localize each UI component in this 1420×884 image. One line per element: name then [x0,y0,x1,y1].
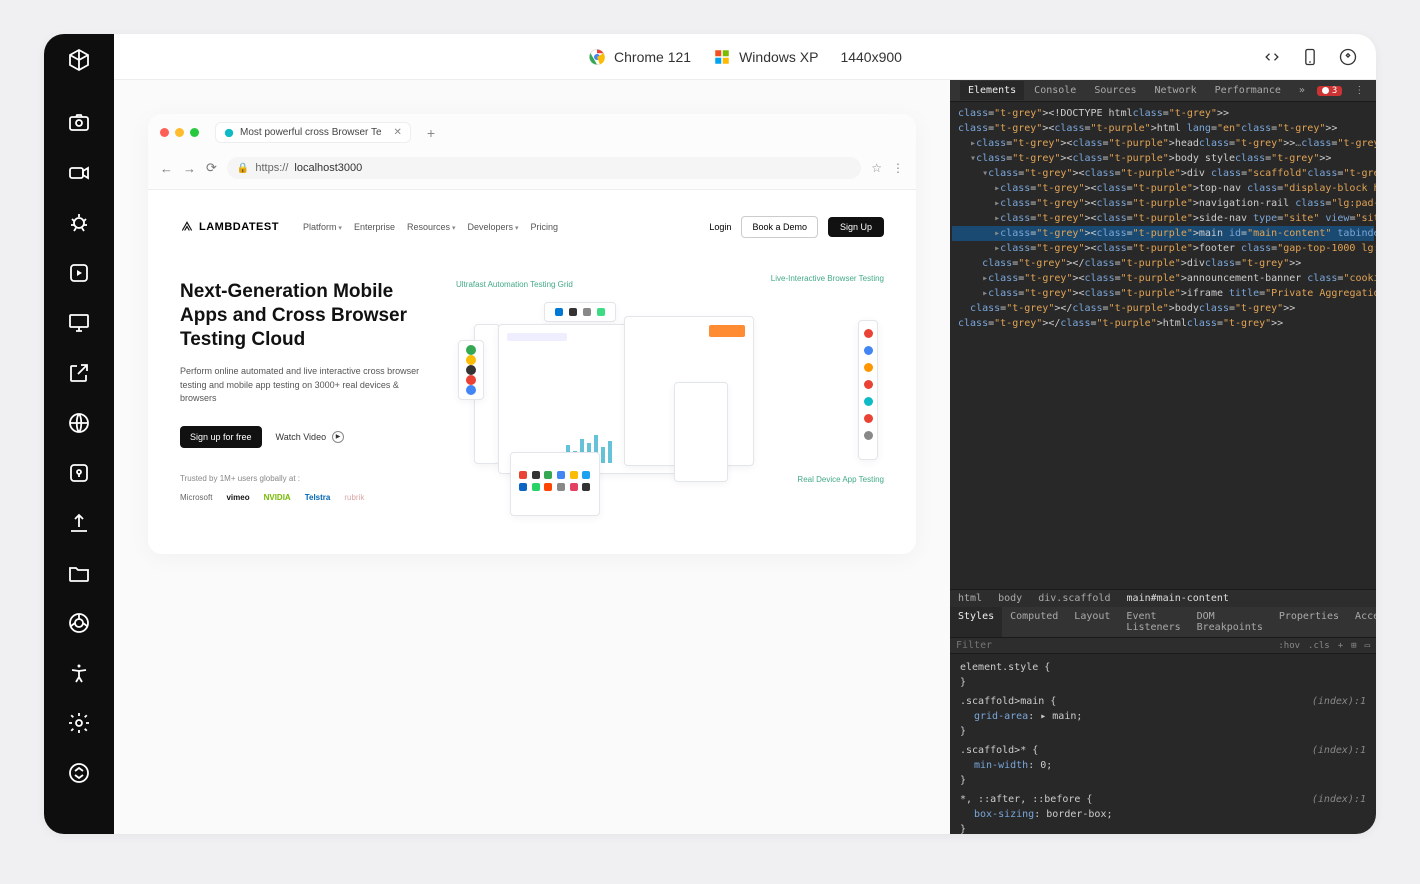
error-count[interactable]: 3 [1317,86,1342,96]
site-nav: LAMBDATEST Platform Enterprise Resources… [180,216,884,238]
browser-tab[interactable]: Most powerful cross Browser Te ✕ [215,122,411,143]
dom-line[interactable]: ▸class="t-grey"><class="t-purple">naviga… [952,196,1374,211]
browser-menu-icon[interactable]: ⋮ [892,161,904,175]
external-icon[interactable] [59,361,99,385]
code-icon[interactable] [1262,47,1282,67]
dom-line[interactable]: ▸class="t-grey"><class="t-purple">headcl… [952,136,1374,151]
css-rule[interactable]: *, ::after, ::before {(index):1box-sizin… [950,790,1376,834]
bug-icon[interactable] [59,211,99,235]
device-icon[interactable] [1300,47,1320,67]
back-button[interactable]: ← [160,161,173,176]
browser-label: Chrome 121 [588,48,691,66]
preview-pane: Most powerful cross Browser Te ✕ + ← → ⟳… [114,80,950,834]
trusted-label: Trusted by 1M+ users globally at : [180,474,430,483]
switch-icon[interactable] [59,761,99,785]
dom-line[interactable]: class="t-grey"></class="t-purple">htmlcl… [952,316,1374,331]
reload-button[interactable]: ⟳ [206,160,217,176]
watch-video-button[interactable]: Watch Video▶ [276,431,345,443]
tab-network[interactable]: Network [1146,81,1204,100]
styles-subtabs: Styles Computed Layout Event Listeners D… [950,607,1376,638]
tab-console[interactable]: Console [1026,81,1084,100]
os-label: Windows XP [713,48,818,66]
dom-line[interactable]: ▾class="t-grey"><class="t-purple">body s… [952,151,1374,166]
app-sidebar [44,34,114,834]
dom-line[interactable]: ▸class="t-grey"><class="t-purple">side-n… [952,211,1374,226]
dom-breadcrumb[interactable]: html body div.scaffold main#main-content [950,589,1376,607]
signup-button[interactable]: Sign Up [828,217,884,237]
subtab-properties[interactable]: Properties [1271,607,1347,637]
chrome-icon[interactable] [59,611,99,635]
subtab-styles[interactable]: Styles [950,607,1002,637]
devtools-tabs: Elements Console Sources Network Perform… [950,80,1376,102]
add-rule-button[interactable]: + [1338,641,1343,651]
hero-headline: Next-Generation Mobile Apps and Cross Br… [180,280,430,351]
monitor-icon[interactable] [59,311,99,335]
address-bar[interactable]: 🔒 https://localhost3000 [227,157,861,179]
dom-line[interactable]: ▸class="t-grey"><class="t-purple">announ… [952,271,1374,286]
tab-elements[interactable]: Elements [960,81,1024,100]
screenshot-icon[interactable] [59,111,99,135]
ai-icon[interactable] [1338,47,1358,67]
hero-sub: Perform online automated and live intera… [180,365,430,406]
subtab-event-listeners[interactable]: Event Listeners [1118,607,1188,637]
dom-line[interactable]: ▸class="t-grey"><class="t-purple">footer… [952,241,1374,256]
dom-line[interactable]: class="t-grey"></class="t-purple">bodycl… [952,301,1374,316]
hero-illustration: Ultrafast Automation Testing Grid Live-I… [456,280,884,520]
css-rule[interactable]: .scaffold>* {(index):1min-width: 0;} [950,741,1376,790]
cls-toggle[interactable]: .cls [1308,641,1330,651]
dom-line[interactable]: ▾class="t-grey"><class="t-purple">div cl… [952,166,1374,181]
site-brand[interactable]: LAMBDATEST [180,220,279,234]
css-rule[interactable]: element.style {} [950,658,1376,692]
lock-icon: 🔒 [237,163,249,174]
hov-toggle[interactable]: :hov [1278,641,1300,651]
app-logo[interactable] [67,48,91,77]
folder-icon[interactable] [59,561,99,585]
subtab-computed[interactable]: Computed [1002,607,1066,637]
dom-line[interactable]: ▸class="t-grey"><class="t-purple">main i… [952,226,1374,241]
styles-filter-input[interactable] [956,640,1270,651]
devtools-panel: Elements Console Sources Network Perform… [950,80,1376,834]
styles-pane: element.style {}.scaffold>main {(index):… [950,654,1376,834]
more-tabs-icon[interactable]: » [1291,81,1313,100]
devtools-menu-icon[interactable]: ⋮ [1346,81,1372,100]
location-icon[interactable] [59,461,99,485]
subtab-accessibility[interactable]: Accessibility [1347,607,1376,637]
dom-tree: class="t-grey"><!DOCTYPE htmlclass="t-gr… [950,102,1376,589]
tab-performance[interactable]: Performance [1207,81,1289,100]
site-nav-links[interactable]: Platform Enterprise Resources Developers… [303,222,558,232]
globe-icon[interactable] [59,411,99,435]
video-icon[interactable] [59,161,99,185]
tab-sources[interactable]: Sources [1086,81,1144,100]
bookmark-icon[interactable]: ☆ [871,161,882,175]
styles-computed-toggle[interactable]: ▭ [1365,641,1370,651]
forward-button[interactable]: → [183,161,196,176]
accessibility-icon[interactable] [59,661,99,685]
dom-line[interactable]: ▸class="t-grey"><class="t-purple">iframe… [952,286,1374,301]
settings-icon[interactable] [59,711,99,735]
devtools-close-icon[interactable]: ✕ [1374,81,1376,100]
dom-line[interactable]: class="t-grey"></class="t-purple">divcla… [952,256,1374,271]
play-icon[interactable] [59,261,99,285]
upload-icon[interactable] [59,511,99,535]
styles-filter-row: :hov .cls + ⊞ ▭ [950,638,1376,654]
dom-line[interactable]: class="t-grey"><!DOCTYPE htmlclass="t-gr… [952,106,1374,121]
traffic-lights [160,128,199,137]
styles-more-icon[interactable]: ⊞ [1351,641,1356,651]
trusted-logos: Microsoft vimeo NVIDIA Telstra rubrik [180,493,430,502]
subtab-dom-breakpoints[interactable]: DOM Breakpoints [1189,607,1271,637]
css-rule[interactable]: .scaffold>main {(index):1grid-area: ▸ ma… [950,692,1376,741]
dom-line[interactable]: ▸class="t-grey"><class="t-purple">top-na… [952,181,1374,196]
browser-frame: Most powerful cross Browser Te ✕ + ← → ⟳… [148,114,916,554]
dom-line[interactable]: class="t-grey"><class="t-purple">html la… [952,121,1374,136]
close-tab-icon[interactable]: ✕ [394,127,402,138]
book-demo-button[interactable]: Book a Demo [741,216,818,238]
session-topbar: Chrome 121 Windows XP 1440x900 [114,34,1376,80]
login-link[interactable]: Login [709,222,731,232]
new-tab-button[interactable]: + [427,125,435,141]
resolution-label: 1440x900 [840,49,902,65]
signup-free-button[interactable]: Sign up for free [180,426,262,448]
subtab-layout[interactable]: Layout [1066,607,1118,637]
